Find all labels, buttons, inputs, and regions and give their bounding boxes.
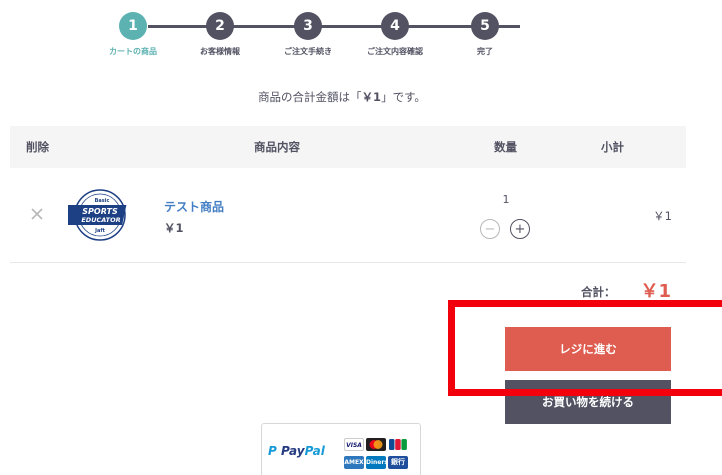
column-header-subtotal: 小計 (601, 140, 624, 154)
checkout-progress-steps: 1 カートの商品 2 お客様情報 3 ご注文手続き 4 ご注文内容確認 5 完了 (109, 12, 550, 62)
remove-item-button[interactable] (28, 205, 46, 223)
row-subtotal: ￥1 (653, 209, 672, 223)
column-header-quantity: 数量 (494, 140, 517, 154)
step-5: 5 完了 (440, 12, 530, 57)
step-label: お客様情報 (200, 47, 240, 56)
message-suffix: 」です。 (381, 90, 426, 104)
step-number: 4 (381, 12, 409, 40)
step-label: ご注文手続き (284, 47, 332, 56)
table-row: Basic SPORTS EDUCATOR Jaft テスト商品 ￥1 1 − … (10, 168, 686, 263)
step-label: カートの商品 (109, 47, 157, 56)
step-number: 5 (471, 12, 499, 40)
cart-table-header: 削除 商品内容 数量 小計 (10, 126, 686, 168)
quantity-value: 1 (502, 193, 510, 206)
close-icon (31, 208, 43, 220)
checkout-button[interactable]: レジに進む (505, 327, 671, 371)
step-label: 完了 (477, 47, 493, 56)
total-value: ￥1 (640, 281, 671, 302)
step-2: 2 お客様情報 (175, 12, 265, 57)
paypal-pal-text: Pal (304, 444, 325, 458)
column-header-delete: 削除 (26, 140, 49, 154)
paypal-pay-text: Pay (280, 444, 305, 458)
jcb-card-icon (388, 438, 408, 451)
step-3: 3 ご注文手続き (263, 12, 353, 57)
thumbnail-text-sports: SPORTS (82, 207, 118, 216)
column-header-content: 商品内容 (254, 140, 300, 154)
plus-circle-icon[interactable]: + (510, 219, 530, 239)
diners-card-icon: Diners (366, 456, 388, 469)
mastercard-icon (366, 438, 386, 451)
thumbnail-text-jaft: Jaft (94, 228, 105, 234)
total-label: 合計： (581, 285, 616, 299)
message-amount: ￥1 (361, 90, 382, 104)
cart-total-message: 商品の合計金額は「￥1」です。 (0, 89, 684, 105)
product-name-link[interactable]: テスト商品 (164, 198, 224, 215)
amex-card-icon: AMEX (344, 456, 364, 469)
visa-card-icon: VISA (344, 438, 364, 451)
step-number: 2 (206, 12, 234, 40)
step-4: 4 ご注文内容確認 (350, 12, 440, 57)
bank-transfer-icon: 銀行 (388, 456, 408, 469)
message-prefix: 商品の合計金額は「 (258, 90, 362, 104)
step-number: 3 (294, 12, 322, 40)
paypal-logo: P PayPal (268, 444, 325, 458)
step-1: 1 カートの商品 (88, 12, 178, 57)
payment-methods-badge: P PayPal VISA AMEX Diners 銀行 (261, 423, 421, 475)
thumbnail-text-basic: Basic (95, 198, 110, 204)
product-thumbnail[interactable]: Basic SPORTS EDUCATOR Jaft (68, 188, 132, 242)
continue-shopping-button[interactable]: お買い物を続ける (505, 380, 671, 424)
step-label: ご注文内容確認 (367, 47, 423, 56)
minus-circle-icon[interactable]: − (480, 219, 500, 239)
product-price: ￥1 (164, 221, 184, 235)
thumbnail-text-educator: EDUCATOR (81, 216, 120, 224)
step-number: 1 (119, 12, 147, 40)
